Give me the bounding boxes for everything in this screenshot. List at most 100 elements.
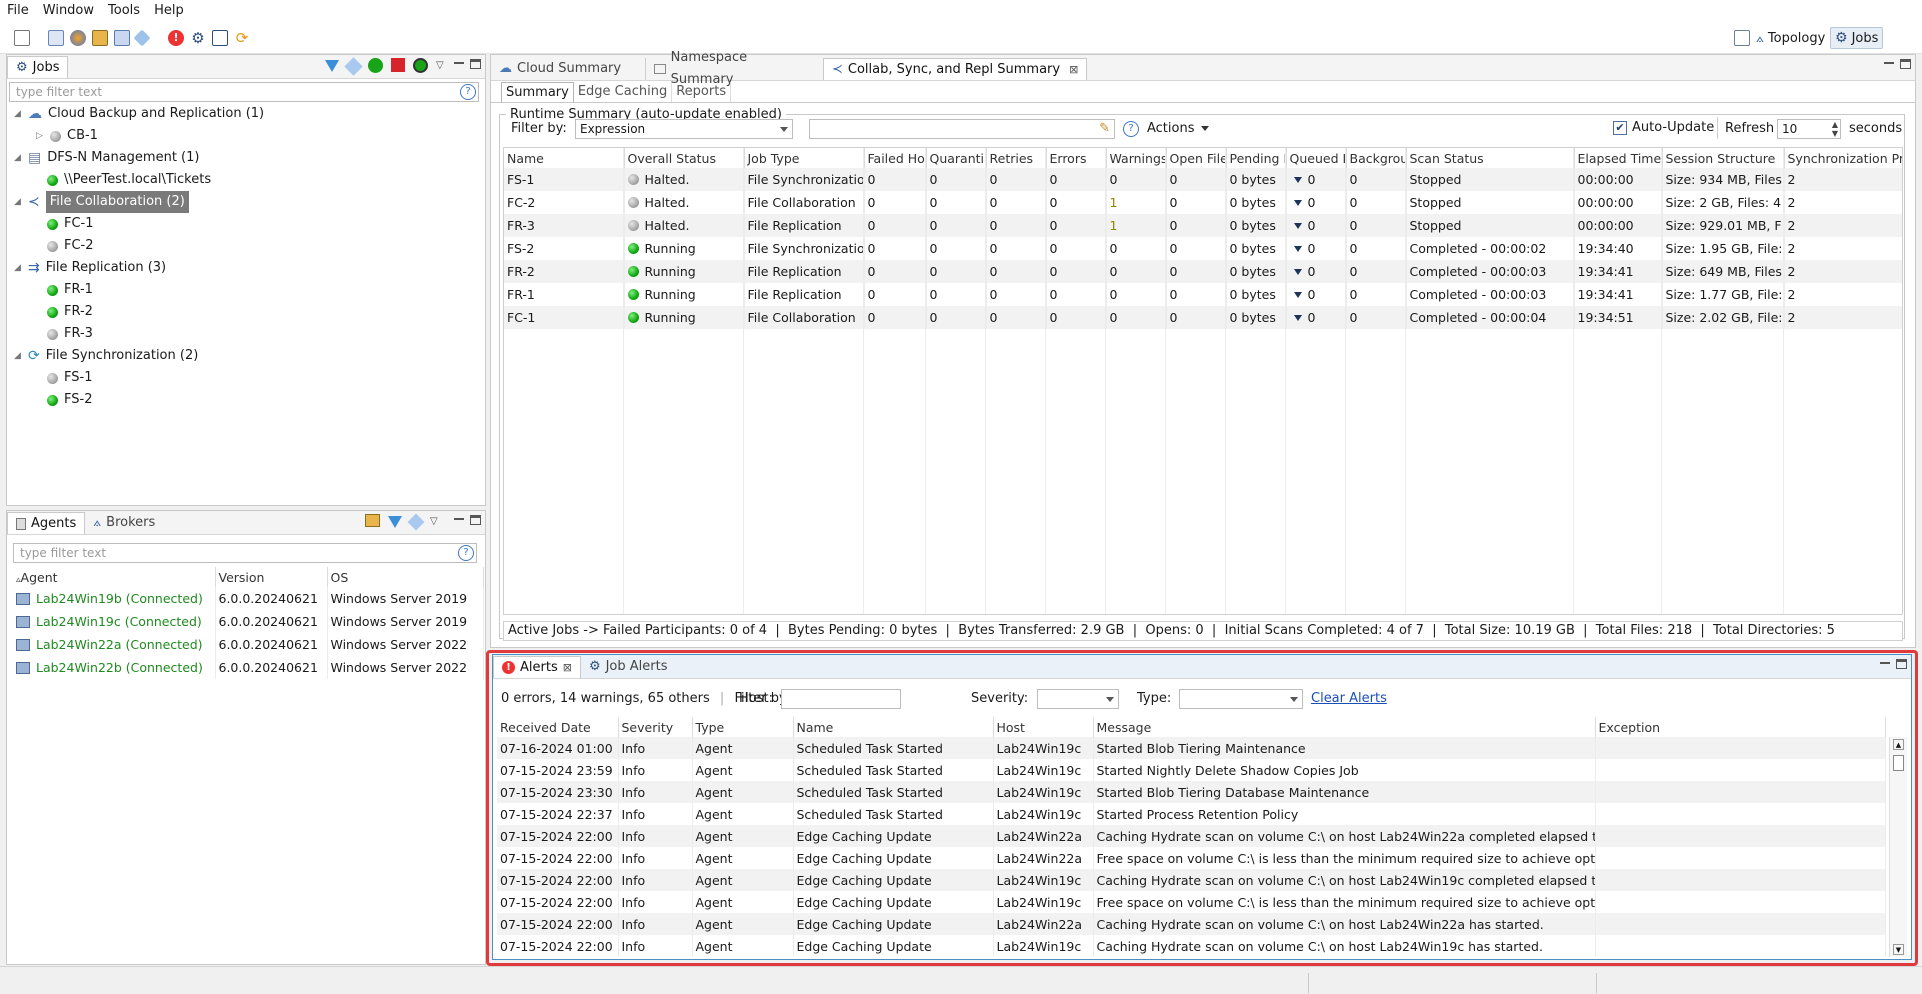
column-header[interactable]: Host [993,717,1094,737]
filter-icon[interactable] [325,60,339,72]
expand-toggle-icon[interactable]: ◢ [13,103,22,125]
maximize-icon[interactable] [1900,59,1911,69]
close-icon[interactable]: ⊠ [1069,59,1078,81]
alert-row[interactable]: 07-15-2024 22:00 Info Agent Edge Caching Up… [497,913,1886,935]
column-header[interactable]: Queued I [1286,148,1347,168]
scroll-thumb[interactable] [1893,755,1904,771]
column-header-os[interactable]: OS [327,567,484,587]
tag-icon[interactable] [133,29,151,47]
spinner-arrows-icon[interactable]: ▲ ▼ [1832,120,1838,138]
agent-folder-icon[interactable] [365,514,380,527]
expand-toggle-icon[interactable]: ◢ [13,147,22,169]
tree-category[interactable]: ◢ ⇉ File Replication (3) [13,257,166,279]
list-view-icon[interactable] [48,30,64,46]
column-header[interactable]: Overall Status [624,148,745,168]
help-icon[interactable]: ? [460,84,476,100]
edit-pencil-icon[interactable]: ✎ [1099,121,1110,136]
column-header[interactable]: Type [692,717,794,737]
agents-filter-input[interactable]: type filter text ? [13,543,477,563]
checklist-icon[interactable] [212,30,228,46]
jobs-filter-input[interactable]: type filter text ? [9,82,479,102]
job-row[interactable]: FR-3 Halted. File Replication 0 0 0 0 1 0 0 bytes… [504,214,1902,237]
tab-agents[interactable]: Agents [7,512,86,534]
settings-gear-icon[interactable]: ⚙ [190,30,206,46]
column-header[interactable]: Scan Status [1406,148,1575,168]
queued-dropdown-icon[interactable] [1293,246,1302,252]
tab-job-alerts[interactable]: ⚙ Job Alerts [581,656,676,678]
column-header[interactable]: Synchronization Pri [1784,148,1902,168]
tree-job[interactable]: \\PeerTest.local\Tickets [47,169,211,191]
type-select[interactable] [1179,689,1303,709]
perspective-jobs[interactable]: ⚙ Jobs [1830,27,1884,49]
column-header[interactable]: Job Type [744,148,865,168]
tree-job[interactable]: FR-1 [47,279,93,301]
run-check-icon[interactable] [413,58,428,73]
alert-icon[interactable]: ! [168,30,184,46]
refresh-interval-spinner[interactable]: 10 ▲ ▼ [1777,119,1841,139]
tab-alerts[interactable]: ! Alerts ⊠ [493,656,581,678]
alert-row[interactable]: 07-15-2024 22:00 Info Agent Edge Caching Up… [497,935,1886,957]
alert-row[interactable]: 07-15-2024 23:59 Info Agent Scheduled Task … [497,759,1886,781]
stop-icon[interactable] [391,58,405,72]
scroll-up-icon[interactable]: ▲ [1893,739,1904,750]
severity-select[interactable] [1037,689,1119,709]
tree-job[interactable]: FR-3 [47,323,93,345]
column-header[interactable]: Exception [1595,717,1886,737]
alert-row[interactable]: 07-15-2024 22:00 Info Agent Edge Caching Up… [497,825,1886,847]
alert-row[interactable]: 07-16-2024 01:00 Info Agent Scheduled Task … [497,737,1886,759]
alert-row[interactable]: 07-15-2024 23:30 Info Agent Scheduled Task … [497,781,1886,803]
folder-icon[interactable] [92,30,108,46]
agent-row[interactable]: Lab24Win22a (Connected) 6.0.0.20240621 Win… [13,633,484,656]
column-header[interactable]: Open File [1166,148,1227,168]
menu-tools[interactable]: Tools [101,0,147,22]
job-row[interactable]: FC-1 Running File Collaboration 0 0 0 0 0 0 0 byt… [504,306,1902,329]
host-filter-input[interactable] [781,689,901,709]
queued-dropdown-icon[interactable] [1293,177,1302,183]
help-icon[interactable]: ? [458,545,474,561]
column-header-version[interactable]: Version [215,567,328,587]
filter-by-select[interactable]: Expression [575,119,793,139]
help-icon[interactable]: ? [1123,121,1139,137]
column-header[interactable]: Name [504,148,625,168]
minimize-icon[interactable] [454,62,464,72]
tree-job[interactable]: FC-2 [47,235,94,257]
tree-job[interactable]: FS-1 [47,367,92,389]
minimize-icon[interactable] [1884,62,1894,72]
agent-row[interactable]: Lab24Win19c (Connected) 6.0.0.20240621 Win… [13,610,484,633]
agent-row[interactable]: Lab24Win19b (Connected) 6.0.0.20240621 Win… [13,587,484,610]
queued-dropdown-icon[interactable] [1293,269,1302,275]
column-header[interactable]: Received Date [497,717,619,737]
tree-job[interactable]: FR-2 [47,301,93,323]
job-row[interactable]: FC-2 Halted. File Collaboration 0 0 0 0 1 0 0 byt… [504,191,1902,214]
filter-expression-input[interactable]: ✎ [809,119,1115,139]
column-header[interactable]: Pending B [1226,148,1287,168]
column-header[interactable]: Failed Ho [864,148,927,168]
column-header-agent[interactable]: ▵Agent [13,567,216,587]
column-header[interactable]: Quarantin [926,148,987,168]
tree-category[interactable]: ◢ ⟳ File Synchronization (2) [13,345,198,367]
subtab-summary[interactable]: Summary [501,82,574,102]
expand-toggle-icon[interactable]: ◢ [13,191,22,213]
subtab-edge-caching[interactable]: Edge Caching [574,82,673,102]
column-header[interactable]: Errors [1046,148,1107,168]
alert-row[interactable]: 07-15-2024 22:00 Info Agent Edge Caching Up… [497,869,1886,891]
close-icon[interactable]: ⊠ [563,657,572,679]
job-row[interactable]: FR-1 Running File Replication 0 0 0 0 0 0 0 bytes… [504,283,1902,306]
queued-dropdown-icon[interactable] [1293,200,1302,206]
subtab-reports[interactable]: Reports [672,82,732,102]
minimize-icon[interactable] [454,518,464,528]
tree-category[interactable]: ◢ ☁ Cloud Backup and Replication (1) [13,103,264,125]
queued-dropdown-icon[interactable] [1293,315,1302,321]
tree-job[interactable]: ▷ CB-1 [35,125,98,147]
view-menu-icon[interactable]: ▽ [436,58,444,74]
actions-menu[interactable]: Actions [1147,121,1209,136]
column-header[interactable]: Backgrou [1346,148,1407,168]
maximize-icon[interactable] [470,515,481,525]
clear-alerts-link[interactable]: Clear Alerts [1311,691,1387,706]
new-icon[interactable] [14,30,30,46]
perspective-topology[interactable]: ⟑ Topology [1752,27,1829,49]
menu-help[interactable]: Help [147,0,191,22]
alert-row[interactable]: 07-15-2024 22:37 Info Agent Scheduled Task … [497,803,1886,825]
tree-category[interactable]: ◢ ▤ DFS-N Management (1) [13,147,199,169]
queued-dropdown-icon[interactable] [1293,292,1302,298]
